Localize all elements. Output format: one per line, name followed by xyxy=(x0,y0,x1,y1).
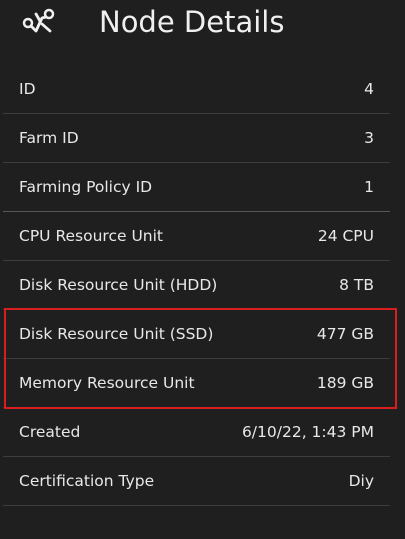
row-label: Farm ID xyxy=(19,129,79,147)
row-value: 8 TB xyxy=(339,276,374,294)
row-value: 24 CPU xyxy=(317,227,374,245)
row-label: Created xyxy=(19,423,81,441)
row-farming-policy-id: Farming Policy ID 1 xyxy=(3,163,390,212)
row-label: Disk Resource Unit (SSD) xyxy=(19,325,214,343)
row-value: 1 xyxy=(364,178,374,196)
row-disk-ssd: Disk Resource Unit (SSD) 477 GB xyxy=(3,310,390,359)
row-value: 3 xyxy=(364,129,374,147)
row-id: ID 4 xyxy=(3,65,390,114)
row-disk-hdd: Disk Resource Unit (HDD) 8 TB xyxy=(3,261,390,310)
row-label: Disk Resource Unit (HDD) xyxy=(19,276,218,294)
row-cpu-resource-unit: CPU Resource Unit 24 CPU xyxy=(3,212,390,261)
row-value: Diy xyxy=(348,472,374,490)
row-label: Memory Resource Unit xyxy=(19,374,195,392)
row-certification-type: Certification Type Diy xyxy=(3,457,390,506)
row-memory-resource-unit: Memory Resource Unit 189 GB xyxy=(3,359,390,408)
row-label: Farming Policy ID xyxy=(19,178,153,196)
page-title: Node Details xyxy=(99,5,285,39)
row-value: 477 GB xyxy=(316,325,374,343)
row-label: Certification Type xyxy=(19,472,155,490)
row-value: 189 GB xyxy=(316,374,374,392)
row-label: CPU Resource Unit xyxy=(19,227,164,245)
row-value: 6/10/22, 1:43 PM xyxy=(241,423,374,441)
node-network-icon xyxy=(22,8,56,36)
row-farm-id: Farm ID 3 xyxy=(3,114,390,163)
node-details-panel: Node Details ID 4 Farm ID 3 Farming Poli… xyxy=(0,0,405,539)
details-list: ID 4 Farm ID 3 Farming Policy ID 1 CPU R… xyxy=(3,65,390,506)
row-label: ID xyxy=(19,80,36,98)
row-created: Created 6/10/22, 1:43 PM xyxy=(3,408,390,457)
panel-header: Node Details xyxy=(0,0,405,50)
row-value: 4 xyxy=(364,80,374,98)
